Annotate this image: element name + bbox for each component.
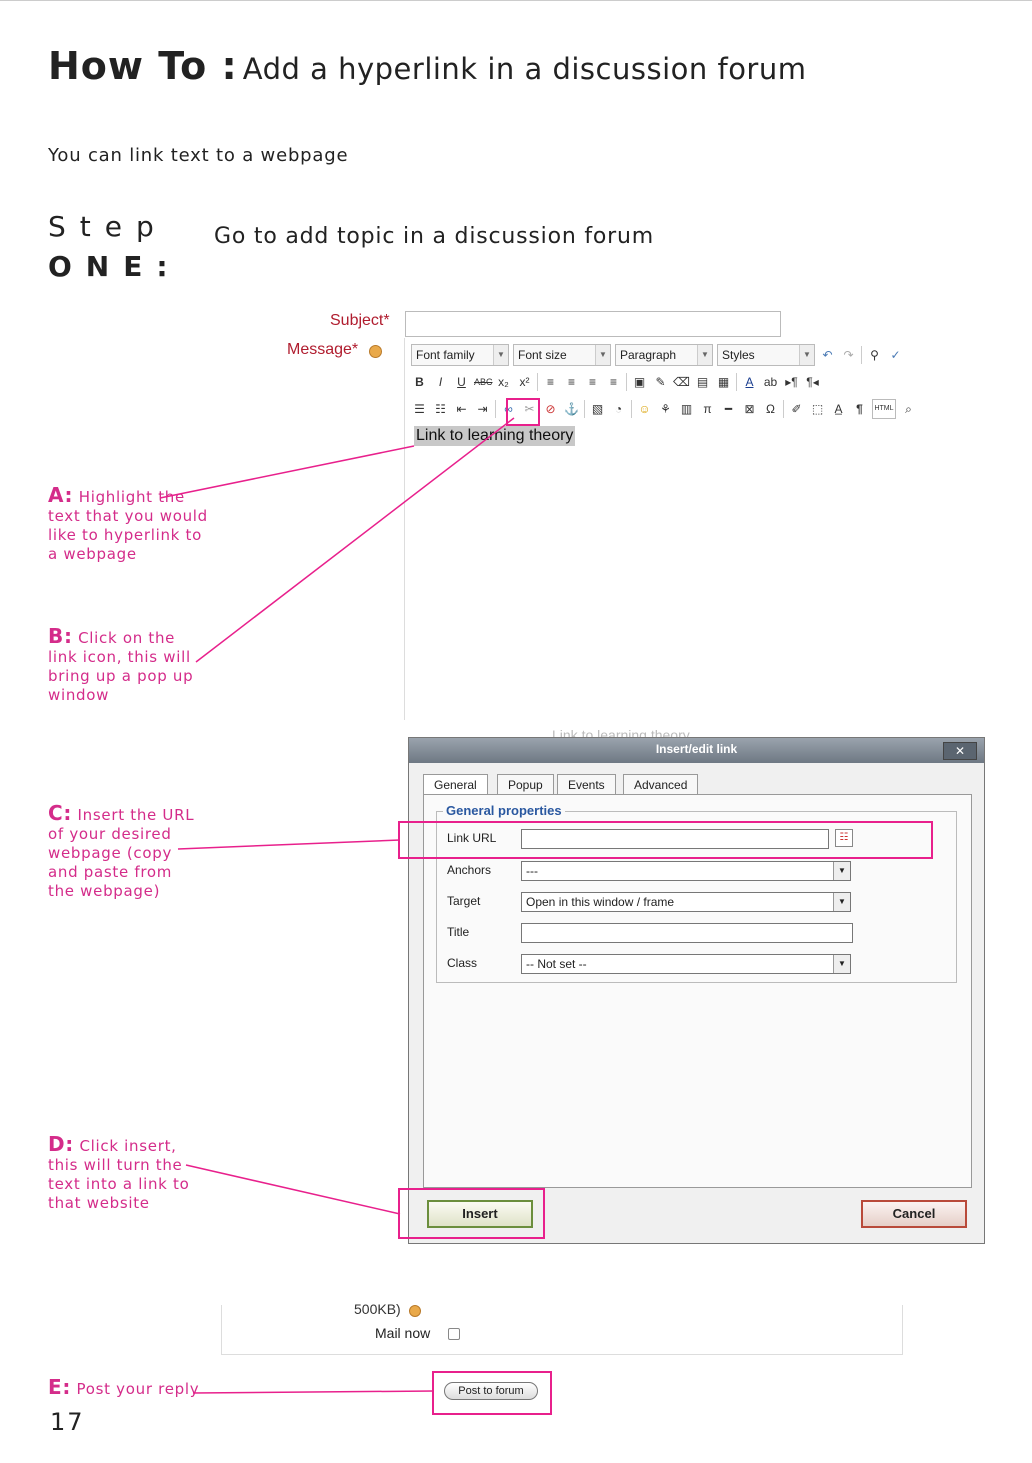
connector-e [192,1390,435,1394]
connector-lines [159,417,515,1394]
connector-d [185,1164,401,1215]
connector-b [195,417,515,663]
connector-a [159,445,415,499]
connector-c [177,839,401,850]
